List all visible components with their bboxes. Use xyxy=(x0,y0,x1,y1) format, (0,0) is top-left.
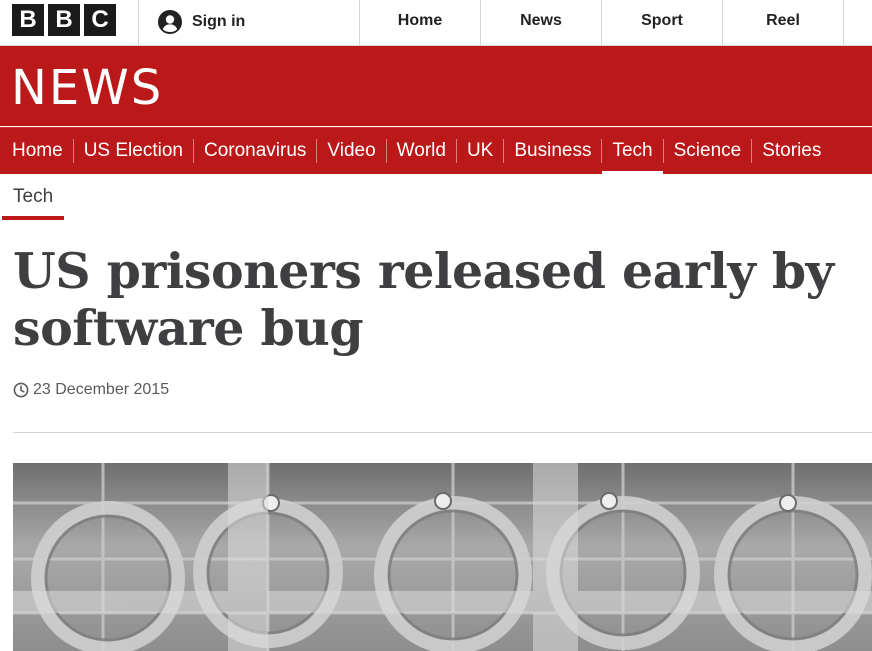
section-nav-item-uk[interactable]: UK xyxy=(455,139,503,163)
user-icon xyxy=(158,10,182,34)
section-nav-item-us-election[interactable]: US Election xyxy=(72,139,193,163)
section-nav-item-business[interactable]: Business xyxy=(503,139,601,163)
topnav-home[interactable]: Home xyxy=(360,0,480,44)
topnav-news[interactable]: News xyxy=(481,0,601,44)
section-nav-item-coronavirus[interactable]: Coronavirus xyxy=(192,139,316,163)
topbar-divider xyxy=(843,0,844,46)
sign-in-link[interactable]: Sign in xyxy=(158,0,245,44)
section-nav-item-world[interactable]: World xyxy=(385,139,456,163)
article-dateline: 23 December 2015 xyxy=(13,381,169,399)
content-divider xyxy=(13,432,872,433)
section-nav-item-science[interactable]: Science xyxy=(662,139,752,163)
article-hero-image xyxy=(13,463,872,651)
news-logo[interactable]: NEWS xyxy=(11,60,163,116)
section-nav-item-home[interactable]: Home xyxy=(0,139,73,163)
category-link[interactable]: Tech xyxy=(13,186,53,208)
topnav-reel[interactable]: Reel xyxy=(723,0,843,44)
bbc-logo-letter: B xyxy=(12,4,44,36)
category-underline xyxy=(2,216,64,220)
section-nav-item-video[interactable]: Video xyxy=(316,139,385,163)
news-banner: NEWS xyxy=(0,46,872,126)
topnav-sport[interactable]: Sport xyxy=(602,0,722,44)
article-date: 23 December 2015 xyxy=(33,381,170,398)
sign-in-label: Sign in xyxy=(192,13,246,30)
section-nav-item-stories[interactable]: Stories xyxy=(751,139,831,163)
bbc-logo[interactable]: B B C xyxy=(12,4,116,36)
handcuffs-image xyxy=(13,463,872,651)
topbar-divider xyxy=(138,0,139,46)
article-headline: US prisoners released early by software … xyxy=(13,242,834,357)
section-nav-item-tech[interactable]: Tech xyxy=(601,139,663,175)
bbc-logo-letter: C xyxy=(84,4,116,36)
section-nav: Home US Election Coronavirus Video World… xyxy=(0,127,872,175)
bbc-top-bar: B B C Sign in Home News Sport Reel xyxy=(0,0,872,46)
bbc-logo-letter: B xyxy=(48,4,80,36)
clock-icon xyxy=(13,382,29,398)
